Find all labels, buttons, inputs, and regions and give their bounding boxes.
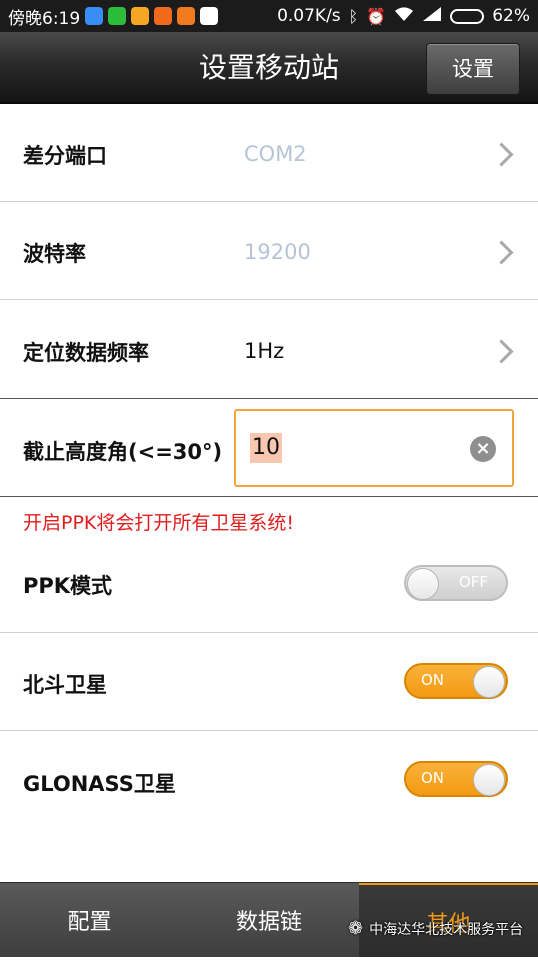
diff-port-value: COM2 (244, 142, 307, 166)
frequency-row[interactable]: 定位数据频率 1Hz (0, 300, 538, 399)
map-icon (200, 7, 219, 25)
cutoff-angle-value[interactable]: 10 (250, 433, 282, 463)
toggle-state: ON (421, 769, 445, 787)
wifi-icon (394, 6, 414, 26)
beidou-toggle[interactable]: ON (404, 663, 508, 699)
title-bar: 设置移动站 设置 (0, 32, 538, 104)
tab-datalink[interactable]: 数据链 (179, 883, 359, 957)
beidou-row: 北斗卫星 ON (0, 633, 538, 731)
beidou-label: 北斗卫星 (23, 673, 107, 697)
diff-port-row[interactable]: 差分端口 COM2 (0, 104, 538, 202)
app-notification-icon (154, 7, 173, 25)
alarm-icon: ⏰ (366, 6, 387, 26)
ppk-warning: 开启PPK将会打开所有卫星系统! (23, 512, 294, 534)
status-time: 傍晚6:19 (8, 8, 81, 29)
signal-icon (422, 6, 442, 26)
watermark: ❁ 中海达华北技术服务平台 (348, 918, 523, 939)
baud-rate-value: 19200 (244, 240, 311, 264)
bluetooth-icon: ᛒ (348, 6, 359, 26)
app-notification-icon (177, 7, 196, 25)
wechat-icon (108, 7, 127, 25)
chevron-right-icon (489, 142, 514, 167)
ppk-mode-label: PPK模式 (23, 574, 113, 598)
toggle-state: ON (421, 671, 445, 689)
toggle-knob (473, 764, 505, 796)
glonass-row: GLONASS卫星 ON (0, 731, 538, 829)
ppk-mode-toggle[interactable]: OFF (404, 565, 508, 601)
battery-icon (450, 8, 485, 24)
app-notification-icon (131, 7, 150, 25)
wechat-logo-icon: ❁ (348, 918, 364, 939)
status-bar: 傍晚6:19 0.07K/s ᛒ ⏰ 62% (0, 0, 538, 32)
glonass-label: GLONASS卫星 (23, 772, 176, 796)
ppk-mode-row: PPK模式 OFF (0, 533, 538, 633)
chevron-right-icon (489, 339, 514, 364)
settings-button[interactable]: 设置 (426, 43, 520, 95)
frequency-label: 定位数据频率 (23, 341, 149, 365)
baud-rate-row[interactable]: 波特率 19200 (0, 202, 538, 300)
chevron-right-icon (489, 240, 514, 265)
frequency-value: 1Hz (244, 339, 285, 363)
toggle-state: OFF (458, 573, 488, 591)
toggle-knob (473, 666, 505, 698)
battery-percent: 62% (492, 6, 530, 26)
app-notification-icon (85, 7, 104, 25)
tab-config[interactable]: 配置 (0, 883, 179, 957)
baud-rate-label: 波特率 (23, 242, 86, 266)
network-speed: 0.07K/s (277, 6, 341, 26)
cutoff-angle-label: 截止高度角(<=30°) (23, 440, 223, 464)
glonass-toggle[interactable]: ON (404, 761, 508, 797)
clear-icon[interactable]: × (470, 436, 496, 462)
toggle-knob (407, 568, 439, 600)
watermark-text: 中海达华北技术服务平台 (369, 921, 524, 938)
diff-port-label: 差分端口 (23, 144, 107, 168)
cutoff-angle-input[interactable]: 10 × (234, 409, 514, 487)
